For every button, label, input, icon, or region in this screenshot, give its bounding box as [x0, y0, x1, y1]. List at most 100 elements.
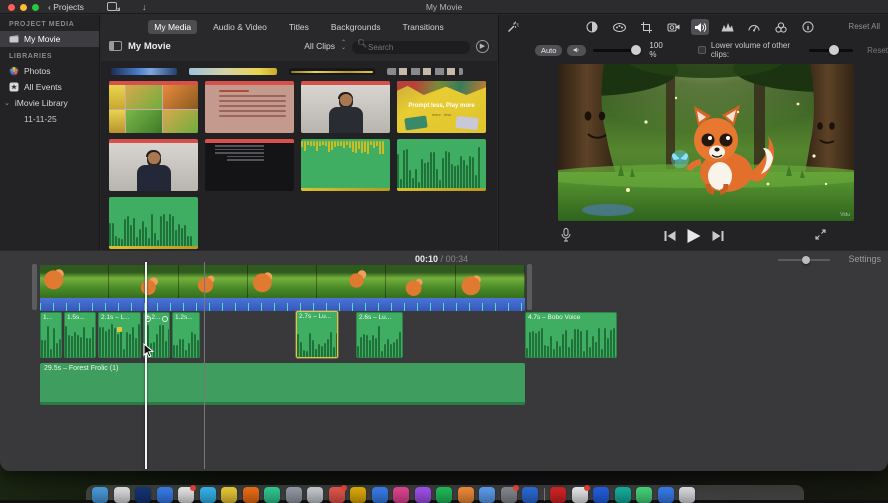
speed-icon[interactable]	[745, 19, 763, 35]
media-thumbnail-presenter-video-2[interactable]	[109, 139, 198, 191]
sidebar-item-all-events[interactable]: All Events	[0, 79, 99, 95]
audio-clip[interactable]: 1...	[40, 312, 62, 358]
media-thumbnail-screenshot-grid[interactable]	[109, 81, 198, 133]
dock-app-icon-24[interactable]	[572, 487, 588, 503]
next-frame-button[interactable]	[712, 231, 723, 241]
clip-strip[interactable]	[387, 68, 463, 75]
volume-slider-knob[interactable]	[631, 45, 641, 55]
crop-icon[interactable]	[637, 19, 655, 35]
filter-stepper-icon[interactable]: ⌃⌄	[341, 41, 346, 51]
dock-app-icon-23[interactable]	[550, 487, 566, 503]
dock-app-icon-20[interactable]	[501, 487, 517, 503]
playhead[interactable]	[145, 262, 147, 469]
dock-app-icon-13[interactable]	[350, 487, 366, 503]
sidebar-item-my-movie[interactable]: My Movie	[0, 31, 99, 47]
reset-button[interactable]: Reset	[867, 46, 888, 55]
audio-clip-selected[interactable]: 2.7s – Lu...	[296, 311, 338, 358]
dock-app-icon-1[interactable]	[92, 487, 108, 503]
dock-app-icon-25[interactable]	[593, 487, 609, 503]
audio-clip[interactable]: 1.5s...	[64, 312, 96, 358]
noise-reduction-icon[interactable]	[718, 19, 736, 35]
media-thumbnail-dark-screen[interactable]	[205, 139, 294, 191]
dock-app-icon-6[interactable]	[200, 487, 216, 503]
auto-volume-button[interactable]: Auto	[535, 45, 562, 56]
fade-handle[interactable]	[145, 316, 151, 322]
dock-app-icon-4[interactable]	[157, 487, 173, 503]
reset-all-button[interactable]: Reset All	[848, 22, 880, 31]
color-correction-icon[interactable]	[610, 19, 628, 35]
dock-app-icon-21[interactable]	[522, 487, 538, 503]
stabilization-icon[interactable]	[664, 19, 682, 35]
fade-handle[interactable]	[162, 316, 168, 322]
filmstrip-frame[interactable]	[456, 265, 525, 298]
dock-app-icon-17[interactable]	[436, 487, 452, 503]
sidebar-item-photos[interactable]: Photos	[0, 63, 99, 79]
timeline-zoom-slider[interactable]	[778, 259, 830, 261]
dock-app-icon-2[interactable]	[114, 487, 130, 503]
media-thumbnail-audio-clip[interactable]	[301, 139, 390, 191]
mute-button[interactable]	[567, 45, 586, 56]
clip-filter-icon[interactable]	[772, 19, 790, 35]
filmstrip-frame[interactable]	[248, 265, 317, 298]
dock-app-icon-3[interactable]	[135, 487, 151, 503]
tab-my-media[interactable]: My Media	[148, 20, 197, 34]
continuous-playback-icon[interactable]: ▶	[476, 40, 489, 53]
clip-strip[interactable]	[189, 68, 277, 75]
zoom-slider-knob[interactable]	[802, 256, 810, 264]
media-thumbnail-audio-clip[interactable]	[109, 197, 198, 249]
ducking-slider[interactable]	[809, 49, 853, 52]
chevron-down-icon[interactable]: ⌄	[4, 101, 10, 106]
ducking-slider-knob[interactable]	[829, 45, 839, 55]
collapsed-clip-strips[interactable]	[111, 68, 489, 76]
voiceover-mic-icon[interactable]	[561, 228, 571, 242]
clip-info-icon[interactable]	[799, 19, 817, 35]
color-balance-icon[interactable]	[583, 19, 601, 35]
dock-app-icon-27[interactable]	[636, 487, 652, 503]
sidebar-toggle-icon[interactable]	[109, 41, 122, 51]
dock-app-icon-19[interactable]	[479, 487, 495, 503]
dock-app-icon-12[interactable]	[329, 487, 345, 503]
filmstrip-frame[interactable]	[386, 265, 455, 298]
sidebar-item-event-11-11-25[interactable]: 11-11-25	[0, 111, 99, 126]
tab-backgrounds[interactable]: Backgrounds	[325, 20, 387, 34]
dock-app-icon-28[interactable]	[658, 487, 674, 503]
video-viewer[interactable]: Vidu	[558, 64, 854, 221]
dock-app-icon-7[interactable]	[221, 487, 237, 503]
fullscreen-icon[interactable]	[815, 229, 826, 240]
dock[interactable]	[86, 485, 804, 500]
timeline-settings-button[interactable]: Settings	[848, 254, 881, 264]
lower-volume-checkbox[interactable]	[698, 46, 706, 54]
media-thumbnail-presenter-video[interactable]	[301, 81, 390, 133]
dock-app-icon-11[interactable]	[307, 487, 323, 503]
dock-app-icon-10[interactable]	[286, 487, 302, 503]
video-track-audio-waveform[interactable]	[40, 298, 525, 311]
play-button[interactable]	[687, 229, 700, 243]
media-thumbnail-audio-clip[interactable]	[397, 139, 486, 191]
video-track-filmstrip[interactable]	[40, 265, 525, 298]
dock-app-icon-15[interactable]	[393, 487, 409, 503]
search-input[interactable]	[352, 41, 470, 54]
filmstrip-frame[interactable]	[179, 265, 248, 298]
dock-app-icon-9[interactable]	[264, 487, 280, 503]
tab-titles[interactable]: Titles	[283, 20, 315, 34]
dock-app-icon-18[interactable]	[458, 487, 474, 503]
tab-audio-video[interactable]: Audio & Video	[207, 20, 273, 34]
enhance-wand-icon[interactable]	[507, 20, 520, 33]
dock-app-icon-29[interactable]	[679, 487, 695, 503]
audio-clip-bobo-voice[interactable]: 4.7s – Bobo Voice	[525, 312, 617, 358]
filmstrip-frame[interactable]	[317, 265, 386, 298]
filmstrip-frame[interactable]	[109, 265, 178, 298]
clip-strip[interactable]	[289, 68, 375, 75]
clip-volume-slider[interactable]	[593, 49, 641, 52]
sidebar-item-imovie-library[interactable]: ⌄ iMovie Library	[0, 95, 99, 111]
dock-app-icon-14[interactable]	[372, 487, 388, 503]
dock-app-icon-8[interactable]	[243, 487, 259, 503]
audio-clip[interactable]: 2.6s – Lu...	[356, 312, 403, 358]
audio-clip[interactable]: 1.2s...	[172, 312, 200, 358]
background-music-clip[interactable]: 29.5s – Forest Frolic (1)	[40, 363, 525, 405]
media-thumbnail-yellow-slide[interactable]: Prompt less, Play more more . less	[397, 81, 486, 133]
media-thumbnail-document[interactable]	[205, 81, 294, 133]
previous-frame-button[interactable]	[664, 231, 675, 241]
tab-transitions[interactable]: Transitions	[396, 20, 449, 34]
dock-app-icon-26[interactable]	[615, 487, 631, 503]
